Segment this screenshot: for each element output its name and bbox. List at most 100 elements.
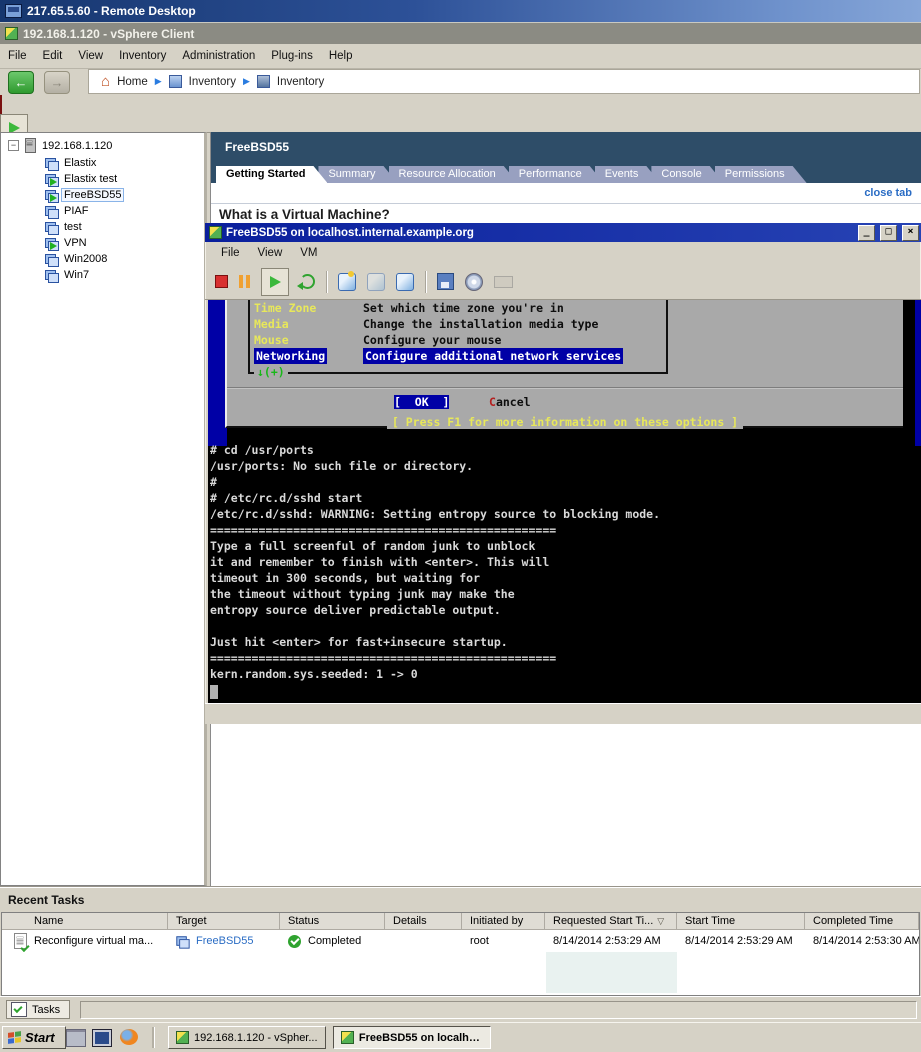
menu-row-media[interactable]: Media Change the installation media type [250,317,666,333]
tab-performance[interactable]: Performance [509,166,604,183]
menu-view[interactable]: View [250,247,291,259]
revert-snapshot-icon[interactable] [367,272,385,291]
task-row[interactable]: Reconfigure virtual ma... FreeBSD55 Comp… [2,930,919,952]
vm-console-screen[interactable]: Time Zone Set which time zone you're in … [208,300,921,703]
close-tab-link[interactable]: close tab [864,187,912,199]
snapshot-manager-icon[interactable] [396,272,414,291]
tree-item-test[interactable]: test [1,219,204,235]
breadcrumb-inventory-2[interactable]: Inventory [277,76,324,88]
completed-check-icon [288,934,301,948]
menu-inventory[interactable]: Inventory [111,50,174,62]
task-target-link[interactable]: FreeBSD55 [196,935,253,947]
menu-help[interactable]: Help [321,50,361,62]
breadcrumb: ⌂ Home ▶ Inventory ▶ Inventory [88,69,920,94]
take-snapshot-icon[interactable] [338,272,356,291]
vsphere-app-icon [176,1031,189,1044]
power-off-icon[interactable] [215,275,228,288]
collapse-icon[interactable]: − [8,140,19,151]
power-off-icon[interactable] [0,95,2,114]
tab-console[interactable]: Console [651,166,723,183]
menu-edit[interactable]: Edit [35,50,71,62]
menu-file[interactable]: File [0,50,35,62]
taskbar-window-vsphere[interactable]: 192.168.1.120 - vSpher... [168,1026,326,1049]
cancel-button[interactable]: Cancel [489,395,531,409]
tab-summary[interactable]: Summary [318,166,397,183]
navigation-bar: ← → ⌂ Home ▶ Inventory ▶ Inventory [0,68,921,96]
start-button[interactable]: Start [2,1026,66,1049]
vm-running-icon [45,173,59,187]
main-toolbar [0,95,921,161]
cd-dvd-icon[interactable] [465,272,483,291]
firefox-icon[interactable] [120,1029,138,1045]
column-header-completed-time[interactable]: Completed Time [805,913,919,930]
tree-item-piaf[interactable]: PIAF [1,203,204,219]
menu-plugins[interactable]: Plug-ins [263,50,321,62]
column-header-target[interactable]: Target [168,913,280,930]
reset-icon[interactable] [297,274,315,290]
menu-file[interactable]: File [213,247,248,259]
tree-item-elastix[interactable]: Elastix [1,155,204,171]
scroll-more-indicator: ↓(+) [254,365,288,379]
menu-view[interactable]: View [70,50,111,62]
menu-row-timezone[interactable]: Time Zone Set which time zone you're in [250,301,666,317]
tree-item-win7[interactable]: Win7 [1,267,204,283]
vm-label: VPN [64,237,87,249]
tree-item-freebsd55[interactable]: FreeBSD55 [1,187,204,203]
tasks-icon [11,1002,27,1017]
tree-item-elastix-test[interactable]: Elastix test [1,171,204,187]
vm-console-window: FreeBSD55 on localhost.internal.example.… [205,223,921,724]
quicklaunch-server-icon[interactable] [66,1029,86,1047]
suspend-icon[interactable] [239,275,250,288]
tab-resource-allocation[interactable]: Resource Allocation [389,166,518,183]
back-button[interactable]: ← [8,71,34,94]
minimize-button[interactable]: _ [858,224,875,241]
forward-button[interactable]: → [44,71,70,94]
window-button-label: 192.168.1.120 - vSpher... [194,1031,318,1044]
recent-tasks-header: Recent Tasks [0,886,921,912]
edit-settings-icon[interactable] [437,273,454,290]
maximize-button[interactable]: □ [880,224,897,241]
vm-label: test [64,221,82,233]
menu-row-mouse[interactable]: Mouse Configure your mouse [250,333,666,349]
column-header-status[interactable]: Status [280,913,385,930]
show-desktop-icon[interactable] [92,1029,112,1047]
terminal-cursor [210,685,218,699]
vm-label-selected: FreeBSD55 [61,188,125,202]
column-header-name[interactable]: Name [2,913,168,930]
breadcrumb-inventory[interactable]: Inventory [189,76,236,88]
tab-permissions[interactable]: Permissions [715,166,807,183]
page-title: What is a Virtual Machine? [219,207,390,222]
window-button-label: FreeBSD55 on localho... [358,1031,483,1044]
power-on-button[interactable] [261,267,289,296]
ok-button[interactable]: [ OK ] [394,395,450,409]
tree-item-win2008[interactable]: Win2008 [1,251,204,267]
remote-desktop-title: 217.65.5.60 - Remote Desktop [27,4,196,18]
host-icon [25,138,36,153]
tasks-label: Tasks [32,1003,61,1016]
vm-panel-title: FreeBSD55 [211,132,921,164]
tree-host-label[interactable]: 192.168.1.120 [42,140,112,152]
close-button[interactable]: × [902,224,919,241]
task-details [385,930,462,952]
menu-vm[interactable]: VM [292,247,325,259]
column-header-requested-start-time[interactable]: Requested Start Ti... ▽ [545,913,677,930]
vsphere-app-icon [209,226,222,239]
column-header-initiated-by[interactable]: Initiated by [462,913,545,930]
menu-administration[interactable]: Administration [174,50,263,62]
task-icon [14,933,27,949]
tree-item-vpn[interactable]: VPN [1,235,204,251]
menu-row-networking-selected[interactable]: Networking Configure additional network … [250,348,666,365]
column-header-details[interactable]: Details [385,913,462,930]
console-window-titlebar[interactable]: FreeBSD55 on localhost.internal.example.… [205,223,921,242]
column-header-start-time[interactable]: Start Time [677,913,805,930]
tab-events[interactable]: Events [595,166,661,183]
breadcrumb-home[interactable]: Home [117,76,148,88]
sysinstall-menu: Time Zone Set which time zone you're in … [248,300,668,374]
taskbar-window-console[interactable]: FreeBSD55 on localho... [333,1026,491,1049]
tab-getting-started[interactable]: Getting Started [216,166,327,183]
task-completed-time: 8/14/2014 2:53:30 AM [813,935,919,947]
usb-icon[interactable] [494,275,513,288]
vsphere-title: 192.168.1.120 - vSphere Client [23,26,195,41]
vm-icon [45,253,59,267]
tasks-panel-button[interactable]: Tasks [6,1000,71,1019]
